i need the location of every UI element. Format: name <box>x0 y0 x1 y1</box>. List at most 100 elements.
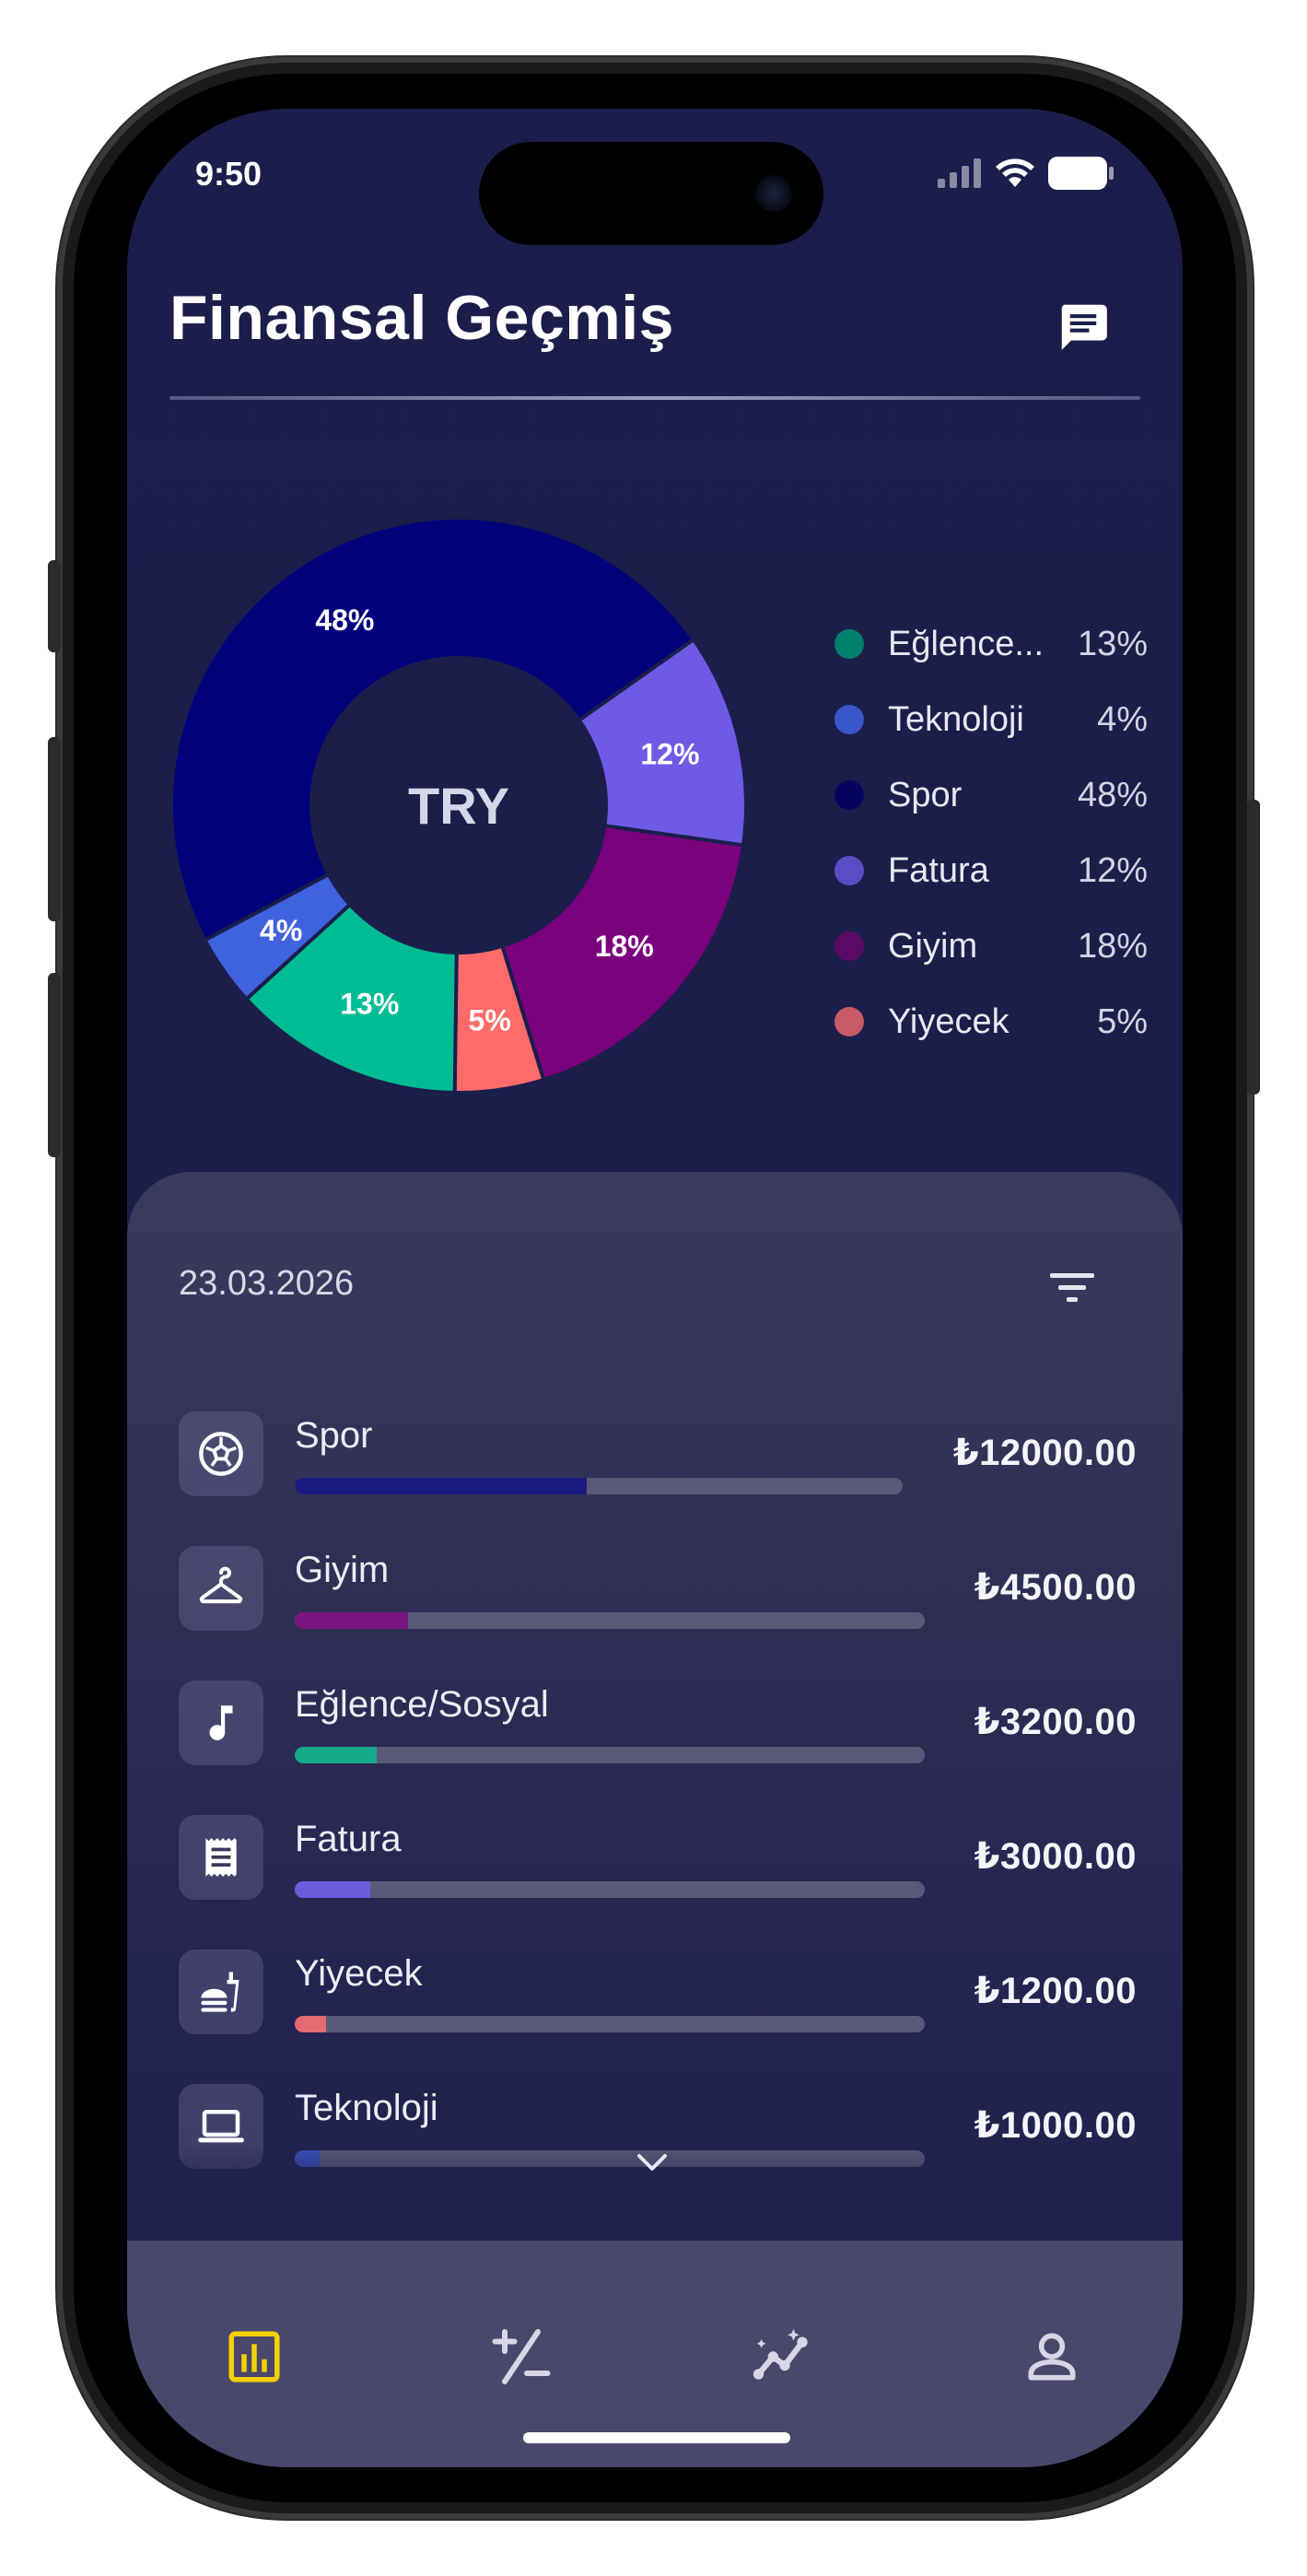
legend-name: Fatura <box>888 850 989 890</box>
category-icon-tile <box>179 1546 263 1631</box>
legend-percent: 12% <box>1077 850 1148 890</box>
bar-chart-icon <box>228 2331 280 2383</box>
chevron-down-icon[interactable] <box>632 2149 672 2176</box>
transactions-sheet: 23.03.2026 Spor ₺12000.00 Giyim ₺4500.00… <box>127 1172 1183 2241</box>
legend-name: Yiyecek <box>888 1001 1009 1041</box>
donut-chart: 48% 12% 18% 5% 13% 4% TRY <box>173 520 744 1091</box>
legend-dot <box>834 705 864 734</box>
category-progress-track <box>295 1612 925 1629</box>
legend-dot <box>834 780 864 810</box>
status-time: 9:50 <box>195 155 263 193</box>
category-name: Fatura <box>295 1819 402 1859</box>
category-amount: ₺1000.00 <box>974 2105 1137 2146</box>
legend-item: Yiyecek 5% <box>834 984 1148 1060</box>
list-item[interactable]: Giyim ₺4500.00 <box>179 1546 1137 1680</box>
sports-soccer-icon <box>199 1432 243 1476</box>
messages-button[interactable] <box>1050 293 1116 359</box>
legend-percent: 48% <box>1077 775 1148 814</box>
legend-item: Giyim 18% <box>834 908 1148 984</box>
category-name: Yiyecek <box>295 1953 423 1994</box>
person-icon <box>1028 2333 1076 2381</box>
category-icon-tile <box>179 1411 263 1496</box>
list-item[interactable]: Fatura ₺3000.00 <box>179 1815 1137 1950</box>
slice-label: 5% <box>469 1004 511 1037</box>
status-icons <box>938 157 1114 190</box>
legend-dot <box>834 1007 864 1036</box>
slice-label: 4% <box>260 914 302 947</box>
category-name: Eğlence/Sosyal <box>295 1684 549 1725</box>
category-progress-fill <box>295 1478 587 1494</box>
legend-item: Teknoloji 4% <box>834 682 1148 757</box>
category-progress-track <box>295 1747 925 1763</box>
slice-label: 18% <box>595 930 654 963</box>
category-amount: ₺12000.00 <box>952 1433 1137 1473</box>
slice-label: 12% <box>640 738 699 771</box>
wifi-icon <box>996 158 1034 187</box>
category-amount: ₺1200.00 <box>974 1971 1137 2011</box>
legend-dot <box>834 856 864 885</box>
category-progress-track <box>295 2016 925 2032</box>
legend-dot <box>834 629 864 659</box>
nav-history[interactable] <box>199 2311 309 2403</box>
legend-item: Spor 48% <box>834 757 1148 833</box>
category-progress-fill <box>295 1612 409 1629</box>
category-name: Teknoloji <box>295 2088 438 2128</box>
legend-item: Fatura 12% <box>834 833 1148 908</box>
header-divider <box>169 396 1140 400</box>
legend-item: Eğlence... 13% <box>834 606 1148 682</box>
mute-switch <box>48 560 61 652</box>
list-item[interactable]: Eğlence/Sosyal ₺3200.00 <box>179 1680 1137 1815</box>
fastfood-icon <box>201 1972 239 2012</box>
legend-percent: 5% <box>1097 1001 1148 1041</box>
legend-dot <box>834 931 864 961</box>
category-name: Giyim <box>295 1550 390 1590</box>
donut-chart-svg: 48% 12% 18% 5% 13% 4% <box>173 520 744 1091</box>
category-icon-tile <box>179 1680 263 1765</box>
music-note-icon <box>209 1705 233 1740</box>
home-indicator[interactable] <box>523 2432 790 2443</box>
category-progress-track <box>295 1478 903 1494</box>
category-progress-fill <box>295 1881 371 1898</box>
category-amount: ₺3000.00 <box>974 1836 1137 1877</box>
battery-icon <box>1048 157 1114 190</box>
category-amount: ₺3200.00 <box>974 1702 1137 1742</box>
legend-name: Teknoloji <box>888 699 1024 739</box>
slice-label: 48% <box>315 603 374 637</box>
insights-icon <box>753 2328 808 2380</box>
category-icon-tile <box>179 1950 263 2034</box>
power-button <box>1247 800 1260 1095</box>
slice-label: 13% <box>340 987 399 1020</box>
camera-icon <box>755 175 792 212</box>
legend-percent: 4% <box>1097 699 1148 739</box>
category-amount: ₺4500.00 <box>974 1567 1137 1608</box>
volume-down-button <box>48 973 61 1157</box>
nav-add-transaction[interactable] <box>466 2311 577 2403</box>
category-progress-fill <box>295 1747 377 1763</box>
category-icon-tile <box>179 1815 263 1900</box>
legend-percent: 18% <box>1077 926 1148 966</box>
legend-name: Giyim <box>888 926 978 966</box>
list-item[interactable]: Yiyecek ₺1200.00 <box>179 1950 1137 2084</box>
dynamic-island <box>479 142 823 245</box>
selected-date[interactable]: 23.03.2026 <box>179 1264 354 1304</box>
hanger-icon <box>199 1566 243 1604</box>
filter-button[interactable] <box>1039 1255 1105 1321</box>
legend-name: Eğlence... <box>888 624 1044 663</box>
plus-minus-icon <box>492 2329 551 2384</box>
category-progress-fill <box>295 2016 327 2032</box>
filter-icon <box>1050 1273 1094 1302</box>
chart-legend: Eğlence... 13% Teknoloji 4% Spor 48% Fat… <box>834 606 1148 1060</box>
list-item[interactable]: Spor ₺12000.00 <box>179 1411 1137 1546</box>
receipt-icon <box>205 1838 237 1877</box>
nav-profile[interactable] <box>997 2311 1107 2403</box>
legend-percent: 13% <box>1077 624 1148 663</box>
cellular-signal-icon <box>938 158 981 188</box>
category-progress-track <box>295 1881 925 1898</box>
page-title: Finansal Geçmiş <box>169 283 674 353</box>
legend-name: Spor <box>888 775 963 814</box>
app-screen: 9:50 Finansal Geçmiş 48% 12% 18% 5% 13% … <box>127 109 1183 2467</box>
chat-icon <box>1061 304 1107 350</box>
category-list: Spor ₺12000.00 Giyim ₺4500.00 Eğlence/So… <box>179 1411 1137 2219</box>
nav-insights[interactable] <box>729 2311 840 2403</box>
category-name: Spor <box>295 1415 373 1456</box>
